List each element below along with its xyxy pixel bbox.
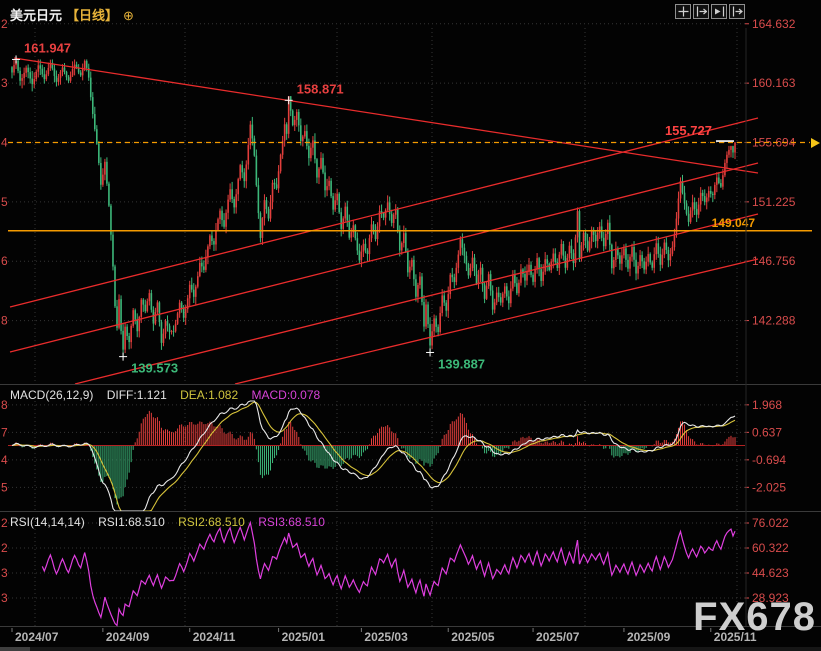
clipped-left-tick: 5 (1, 480, 8, 494)
trend-line[interactable] (10, 118, 758, 307)
price-tick-label: 160.163 (752, 76, 796, 90)
jump-to-end-icon[interactable] (729, 4, 745, 19)
date-tick-label: 2024/07 (15, 630, 59, 644)
macd-tick-label: -2.025 (752, 480, 786, 494)
watermark: FX678 (693, 595, 816, 640)
trend-lines[interactable]: 149.047 (8, 58, 820, 384)
h-scrollbar-track[interactable] (0, 647, 821, 651)
macd-tick-label: -0.694 (752, 453, 786, 467)
clipped-left-tick: 3 (1, 76, 8, 90)
macd-dea-value: DEA:1.082 (180, 388, 238, 402)
h-scrollbar-thumb[interactable] (0, 647, 30, 651)
macd-tick-label: 1.968 (752, 398, 782, 412)
clipped-left-tick: 8 (1, 314, 8, 328)
charting-app: 164.6322160.1633155.6944151.2255146.7566… (0, 0, 821, 651)
rsi-tick-label: 60.322 (752, 541, 789, 555)
swing-label: 139.887 (438, 356, 485, 371)
clipped-left-tick: 4 (1, 453, 8, 467)
rsi-tick-label: 76.022 (752, 516, 789, 530)
clipped-left-tick: 6 (1, 254, 8, 268)
swing-label: 161.947 (24, 40, 71, 55)
clipped-left-tick: 3 (1, 591, 8, 605)
candles[interactable] (11, 59, 736, 356)
price-tick-label: 146.756 (752, 254, 796, 268)
macd-tick-label: 0.637 (752, 425, 782, 439)
rsi-line (42, 523, 735, 626)
rsi-header: RSI(14,14,14) RSI1:68.510 RSI2:68.510 RS… (10, 515, 325, 529)
swing-label: 155.727 (665, 123, 712, 138)
macd-params-label: MACD(26,12,9) (10, 388, 93, 402)
shift-chart-icon[interactable] (711, 4, 727, 19)
clipped-left-tick: 8 (1, 398, 8, 412)
clipped-left-tick: 4 (1, 136, 8, 150)
date-tick-label: 2024/11 (193, 630, 236, 644)
support-level-label: 149.047 (712, 216, 756, 230)
date-tick-label: 2025/01 (282, 630, 326, 644)
clipped-left-tick: 5 (1, 195, 8, 209)
macd-diff-value: DIFF:1.121 (107, 388, 167, 402)
clipped-left-tick: 2 (1, 17, 8, 31)
price-line-arrow-icon[interactable] (811, 138, 820, 148)
date-tick-label: 2025/05 (451, 630, 495, 644)
chart-canvas[interactable]: 164.6322160.1633155.6944151.2255146.7566… (0, 0, 821, 651)
clipped-left-tick: 3 (1, 566, 8, 580)
rsi1-value: RSI1:68.510 (98, 515, 165, 529)
macd-header: MACD(26,12,9) DIFF:1.121 DEA:1.082 MACD:… (10, 388, 320, 402)
price-tick-label: 151.225 (752, 195, 796, 209)
trend-line[interactable] (14, 58, 758, 173)
clipped-left-tick: 2 (1, 541, 8, 555)
rsi-tick-label: 44.623 (752, 566, 789, 580)
add-indicator-icon[interactable]: ⊕ (123, 8, 134, 23)
swing-label: 139.573 (131, 361, 178, 376)
rsi2-value: RSI2:68.510 (178, 515, 245, 529)
trend-line[interactable] (235, 259, 758, 384)
date-tick-label: 2024/09 (106, 630, 150, 644)
trend-line[interactable] (75, 214, 758, 384)
clipped-left-tick: 2 (1, 516, 8, 530)
price-tick-label: 142.288 (752, 314, 796, 328)
date-axis[interactable]: 2024/07 2024/09 2024/11 2025/01 2025/03 2025/… (12, 628, 757, 644)
crosshair-icon[interactable] (675, 4, 691, 19)
scale-adjust-icon[interactable] (693, 4, 709, 19)
macd-dea-line (12, 402, 735, 511)
date-tick-label: 2025/09 (627, 630, 671, 644)
macd-macd-value: MACD:0.078 (251, 388, 320, 402)
symbol-title: 美元日元 (10, 8, 62, 23)
price-tick-label: 164.632 (752, 17, 796, 31)
rsi-plot[interactable] (42, 523, 735, 626)
title-bar: 美元日元【日线】 ⊕ (10, 5, 134, 24)
rsi-params-label: RSI(14,14,14) (10, 515, 85, 529)
date-tick-label: 2025/07 (536, 630, 580, 644)
chart-toolbar (675, 4, 745, 19)
rsi3-value: RSI3:68.510 (258, 515, 325, 529)
swing-label: 158.871 (297, 81, 344, 96)
clipped-left-tick: 7 (1, 425, 8, 439)
timeframe-label: 【日线】 (66, 8, 118, 23)
date-tick-label: 2025/03 (364, 630, 408, 644)
macd-diff-line (12, 401, 735, 511)
macd-plot[interactable] (8, 401, 745, 511)
